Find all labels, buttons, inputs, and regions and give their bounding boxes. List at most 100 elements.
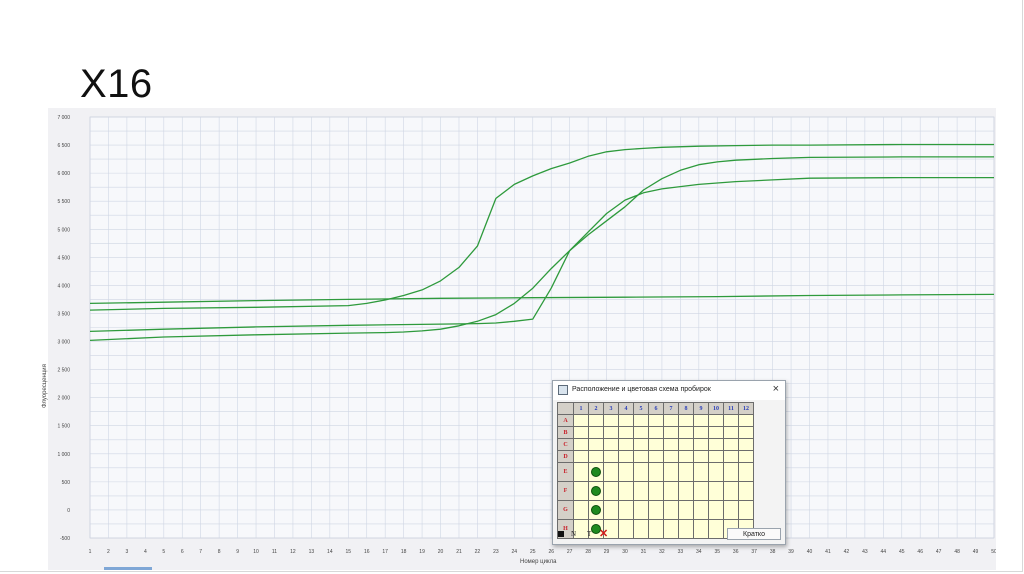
- plate-column-header[interactable]: 12: [738, 402, 754, 415]
- plate-well[interactable]: [723, 414, 739, 427]
- scrollbar-thumb[interactable]: [104, 567, 152, 570]
- plate-well[interactable]: [708, 438, 724, 451]
- plate-well[interactable]: [663, 500, 679, 520]
- plate-well[interactable]: [693, 500, 709, 520]
- plate-well[interactable]: [708, 500, 724, 520]
- plate-well[interactable]: [723, 426, 739, 439]
- plate-column-header[interactable]: 6: [648, 402, 664, 415]
- plate-well[interactable]: [693, 450, 709, 463]
- plate-row-header[interactable]: D: [557, 450, 574, 463]
- plate-well[interactable]: [708, 426, 724, 439]
- plate-well[interactable]: [618, 481, 634, 501]
- plate-well[interactable]: [738, 426, 754, 439]
- plate-well[interactable]: [678, 500, 694, 520]
- plate-well[interactable]: [678, 414, 694, 427]
- plate-well[interactable]: [693, 438, 709, 451]
- plate-well[interactable]: [648, 414, 664, 427]
- plate-well[interactable]: [738, 481, 754, 501]
- plate-well[interactable]: [663, 438, 679, 451]
- footer-t-button[interactable]: T: [587, 530, 591, 538]
- plate-row-header[interactable]: F: [557, 481, 574, 501]
- plate-well[interactable]: [618, 414, 634, 427]
- plate-well[interactable]: [663, 426, 679, 439]
- plate-column-header[interactable]: 4: [618, 402, 634, 415]
- plate-well[interactable]: [678, 462, 694, 482]
- plate-well[interactable]: [663, 450, 679, 463]
- plate-well[interactable]: [573, 426, 589, 439]
- plate-well[interactable]: [588, 414, 604, 427]
- plate-well[interactable]: [738, 414, 754, 427]
- plate-column-header[interactable]: 11: [723, 402, 739, 415]
- plate-well[interactable]: [648, 438, 664, 451]
- plate-row-header[interactable]: E: [557, 462, 574, 482]
- close-button[interactable]: ×: [773, 383, 779, 395]
- plate-column-header[interactable]: 3: [603, 402, 619, 415]
- plate-well[interactable]: [678, 450, 694, 463]
- plate-well[interactable]: [723, 500, 739, 520]
- plate-well[interactable]: [633, 426, 649, 439]
- plate-well[interactable]: [633, 450, 649, 463]
- footer-n-button[interactable]: N: [571, 530, 576, 538]
- plate-well[interactable]: [723, 481, 739, 501]
- plate-row-header[interactable]: A: [557, 414, 574, 427]
- plate-well[interactable]: [648, 462, 664, 482]
- plate-column-header[interactable]: 9: [693, 402, 709, 415]
- plate-well[interactable]: [588, 462, 604, 482]
- plate-well[interactable]: [678, 481, 694, 501]
- plate-well[interactable]: [678, 438, 694, 451]
- plate-column-header[interactable]: 7: [663, 402, 679, 415]
- plate-well[interactable]: [618, 462, 634, 482]
- plate-well[interactable]: [693, 426, 709, 439]
- plate-well[interactable]: [603, 462, 619, 482]
- plate-well[interactable]: [573, 438, 589, 451]
- plate-well[interactable]: [573, 481, 589, 501]
- clear-icon[interactable]: ✕: [599, 527, 608, 540]
- plate-well[interactable]: [663, 462, 679, 482]
- plate-well[interactable]: [603, 426, 619, 439]
- plate-well[interactable]: [618, 426, 634, 439]
- brief-button[interactable]: Кратко: [727, 528, 781, 540]
- plate-column-header[interactable]: 8: [678, 402, 694, 415]
- plate-well[interactable]: [618, 500, 634, 520]
- plate-well[interactable]: [633, 438, 649, 451]
- plate-row-header[interactable]: G: [557, 500, 574, 520]
- plate-well[interactable]: [663, 414, 679, 427]
- plate-well[interactable]: [648, 481, 664, 501]
- plate-well[interactable]: [633, 414, 649, 427]
- plate-well[interactable]: [573, 414, 589, 427]
- plate-column-header[interactable]: 10: [708, 402, 724, 415]
- plate-well[interactable]: [573, 462, 589, 482]
- plate-column-header[interactable]: 5: [633, 402, 649, 415]
- plate-well[interactable]: [648, 426, 664, 439]
- plate-column-header[interactable]: 2: [588, 402, 604, 415]
- plate-column-header[interactable]: 1: [573, 402, 589, 415]
- plate-well[interactable]: [618, 438, 634, 451]
- plate-well[interactable]: [633, 481, 649, 501]
- plate-well[interactable]: [723, 462, 739, 482]
- plate-well[interactable]: [708, 414, 724, 427]
- plate-well[interactable]: [723, 450, 739, 463]
- plate-well[interactable]: [648, 500, 664, 520]
- plate-well[interactable]: [708, 481, 724, 501]
- plate-row-header[interactable]: B: [557, 426, 574, 439]
- plate-well[interactable]: [633, 500, 649, 520]
- plate-well[interactable]: [603, 481, 619, 501]
- plate-well[interactable]: [588, 500, 604, 520]
- plate-well[interactable]: [633, 462, 649, 482]
- plate-well[interactable]: [723, 438, 739, 451]
- plate-well[interactable]: [738, 438, 754, 451]
- plate-well[interactable]: [738, 462, 754, 482]
- plate-well[interactable]: [588, 438, 604, 451]
- plate-well[interactable]: [588, 481, 604, 501]
- plate-well[interactable]: [693, 462, 709, 482]
- plate-well[interactable]: [603, 500, 619, 520]
- plate-row-header[interactable]: C: [557, 438, 574, 451]
- plate-well[interactable]: [738, 500, 754, 520]
- plate-well[interactable]: [603, 450, 619, 463]
- plate-well[interactable]: [738, 450, 754, 463]
- plate-well[interactable]: [603, 438, 619, 451]
- plate-well[interactable]: [573, 500, 589, 520]
- plate-well[interactable]: [693, 481, 709, 501]
- plate-well[interactable]: [708, 462, 724, 482]
- plate-well[interactable]: [618, 450, 634, 463]
